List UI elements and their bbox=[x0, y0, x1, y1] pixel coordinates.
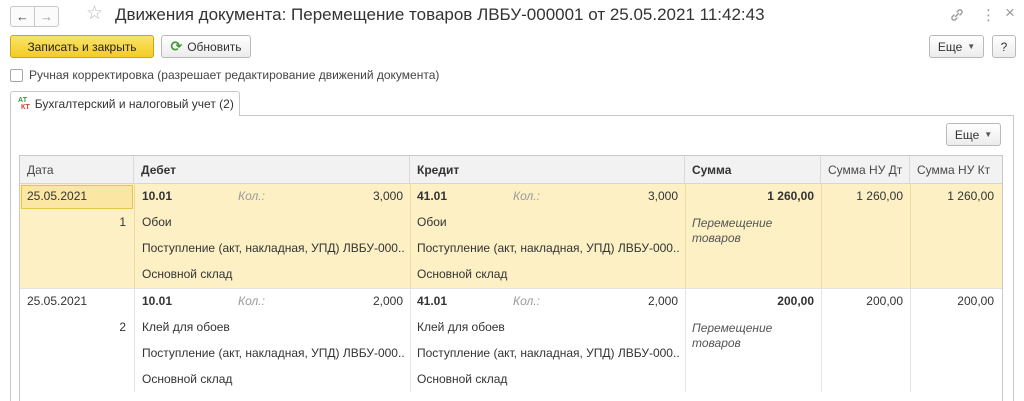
debit-subconto-1: Обои bbox=[142, 215, 172, 229]
back-arrow-icon[interactable]: ← bbox=[10, 6, 35, 27]
row-content: Перемещение товаров bbox=[692, 321, 773, 350]
title-bar: ← → ☆ Движения документа: Перемещение то… bbox=[0, 0, 1024, 32]
tab-accounting-label: Бухгалтерский и налоговый учет (2) bbox=[34, 97, 234, 111]
debit-qty: 2,000 bbox=[372, 294, 403, 308]
manual-edit-label: Ручная корректировка (разрешает редактир… bbox=[29, 68, 440, 82]
row-sum: 1 260,00 bbox=[767, 189, 814, 203]
credit-qty: 3,000 bbox=[647, 189, 678, 203]
row-sum-nu-dt: 1 260,00 bbox=[856, 189, 903, 203]
tab-accounting[interactable]: АТ КТ Бухгалтерский и налоговый учет (2) bbox=[10, 91, 240, 116]
debit-credit-icon: АТ КТ bbox=[18, 97, 30, 111]
tab-panel-border-right bbox=[1013, 115, 1014, 401]
debit-account: 10.01 bbox=[142, 189, 173, 203]
credit-account: 41.01 bbox=[417, 294, 448, 308]
tab-panel-border-left bbox=[10, 115, 11, 401]
manual-edit-row[interactable]: Ручная корректировка (разрешает редактир… bbox=[10, 68, 439, 82]
help-label: ? bbox=[1000, 39, 1008, 54]
debit-subconto-1: Клей для обоев bbox=[142, 320, 230, 334]
more-label: Еще bbox=[937, 39, 963, 54]
row-date: 25.05.2021 bbox=[27, 294, 88, 308]
tab-divider bbox=[240, 115, 1014, 116]
credit-qty: 2,000 bbox=[647, 294, 678, 308]
credit-subconto-1: Клей для обоев bbox=[417, 320, 505, 334]
credit-account: 41.01 bbox=[417, 189, 448, 203]
debit-qty: 3,000 bbox=[372, 189, 403, 203]
debit-subconto-3: Основной склад bbox=[142, 267, 233, 281]
row-line-number: 2 bbox=[119, 320, 126, 334]
table-row[interactable]: 25.05.2021 2 10.01 Кол.: 2,000 Клей для … bbox=[20, 288, 1002, 392]
table-header: Дата Дебет Кредит Сумма Сумма НУ Дт Сумм… bbox=[20, 156, 1002, 184]
forward-arrow-icon[interactable]: → bbox=[34, 6, 59, 27]
credit-qty-label: Кол.: bbox=[513, 294, 540, 308]
credit-subconto-2: Поступление (акт, накладная, УПД) ЛВБУ-0… bbox=[417, 241, 679, 255]
window-title: Движения документа: Перемещение товаров … bbox=[115, 5, 765, 24]
table-row[interactable]: 25.05.2021 1 10.01 Кол.: 3,000 Обои Пост… bbox=[20, 184, 1002, 288]
debit-qty-label: Кол.: bbox=[238, 189, 265, 203]
chevron-down-icon: ▼ bbox=[967, 42, 976, 51]
column-sum-nu-kt[interactable]: Сумма НУ Кт bbox=[910, 156, 1002, 184]
table-more-button[interactable]: Еще ▼ bbox=[946, 123, 1001, 146]
row-sum-nu-kt: 1 260,00 bbox=[947, 189, 994, 203]
row-sum-nu-dt: 200,00 bbox=[866, 294, 903, 308]
credit-qty-label: Кол.: bbox=[513, 189, 540, 203]
debit-account: 10.01 bbox=[142, 294, 173, 308]
debit-subconto-2: Поступление (акт, накладная, УПД) ЛВБУ-0… bbox=[142, 241, 404, 255]
refresh-icon: ⟳ bbox=[170, 38, 183, 54]
save-and-close-label: Записать и закрыть bbox=[27, 39, 137, 54]
row-content: Перемещение товаров bbox=[692, 216, 773, 245]
star-icon[interactable]: ☆ bbox=[86, 3, 103, 25]
row-sum: 200,00 bbox=[777, 294, 814, 308]
column-credit[interactable]: Кредит bbox=[410, 156, 685, 184]
credit-subconto-3: Основной склад bbox=[417, 267, 508, 281]
credit-subconto-1: Обои bbox=[417, 215, 447, 229]
more-button[interactable]: Еще ▼ bbox=[929, 35, 984, 58]
credit-subconto-2: Поступление (акт, накладная, УПД) ЛВБУ-0… bbox=[417, 346, 679, 360]
row-line-number: 1 bbox=[119, 215, 126, 229]
save-and-close-button[interactable]: Записать и закрыть bbox=[10, 35, 154, 58]
manual-edit-checkbox[interactable] bbox=[10, 68, 23, 82]
refresh-label: Обновить bbox=[187, 39, 242, 54]
row-sum-nu-kt: 200,00 bbox=[957, 294, 994, 308]
column-sum[interactable]: Сумма bbox=[685, 156, 821, 184]
more-vertical-icon[interactable]: ⋮ bbox=[981, 6, 996, 24]
debit-subconto-3: Основной склад bbox=[142, 372, 233, 386]
row-date: 25.05.2021 bbox=[27, 189, 88, 203]
postings-table[interactable]: Дата Дебет Кредит Сумма Сумма НУ Дт Сумм… bbox=[19, 155, 1003, 401]
debit-qty-label: Кол.: bbox=[238, 294, 265, 308]
table-more-label: Еще bbox=[954, 127, 980, 142]
link-icon[interactable] bbox=[950, 8, 964, 25]
chevron-down-icon: ▼ bbox=[984, 130, 993, 139]
credit-subconto-3: Основной склад bbox=[417, 372, 508, 386]
column-date[interactable]: Дата bbox=[20, 156, 134, 184]
column-sum-nu-dt[interactable]: Сумма НУ Дт bbox=[821, 156, 910, 184]
column-debit[interactable]: Дебет bbox=[134, 156, 410, 184]
help-button[interactable]: ? bbox=[992, 35, 1016, 58]
close-icon[interactable]: × bbox=[1005, 3, 1015, 23]
refresh-button[interactable]: ⟳ Обновить bbox=[161, 35, 251, 58]
debit-subconto-2: Поступление (акт, накладная, УПД) ЛВБУ-0… bbox=[142, 346, 404, 360]
